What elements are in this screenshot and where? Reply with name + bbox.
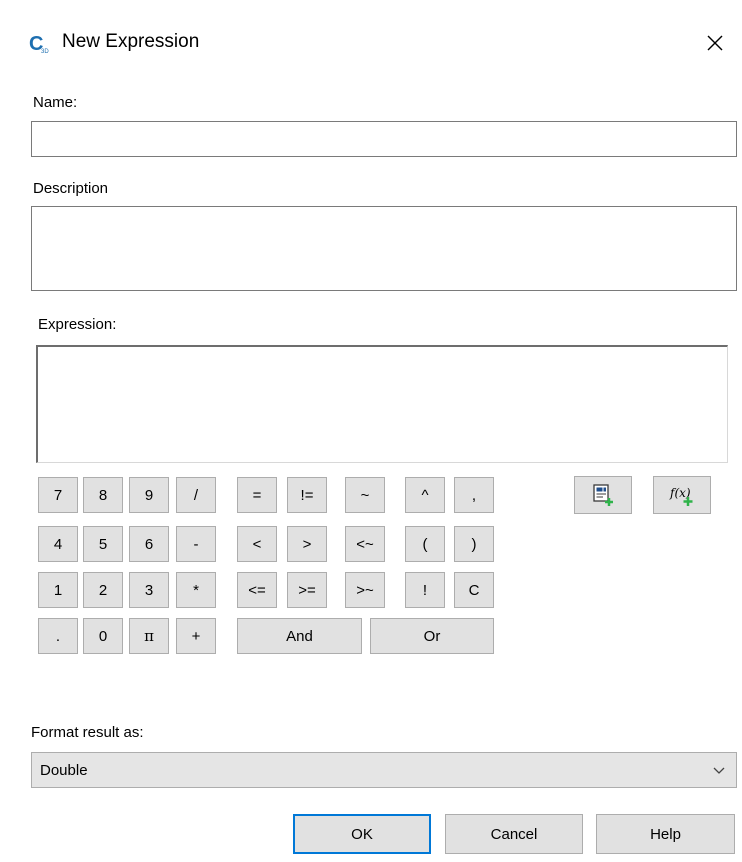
key-plus[interactable]: + — [176, 618, 216, 654]
cancel-button[interactable]: Cancel — [445, 814, 583, 854]
insert-property-icon — [593, 484, 613, 506]
key-1[interactable]: 1 — [38, 572, 78, 608]
key-not-equals[interactable]: != — [287, 477, 327, 513]
insert-function-button[interactable]: f(x) — [653, 476, 711, 514]
format-select[interactable]: Double — [31, 752, 737, 788]
key-multiply[interactable]: * — [176, 572, 216, 608]
key-0[interactable]: 0 — [83, 618, 123, 654]
close-button[interactable] — [700, 28, 730, 58]
name-input[interactable] — [31, 121, 737, 157]
key-5[interactable]: 5 — [83, 526, 123, 562]
key-7[interactable]: 7 — [38, 477, 78, 513]
expression-input[interactable] — [36, 345, 728, 463]
insert-property-button[interactable] — [574, 476, 632, 514]
name-label: Name: — [33, 94, 78, 111]
key-comma[interactable]: , — [454, 477, 494, 513]
format-label: Format result as: — [31, 724, 144, 741]
format-selected-value: Double — [40, 761, 88, 779]
key-9[interactable]: 9 — [129, 477, 169, 513]
key-not[interactable]: ! — [405, 572, 445, 608]
chevron-down-icon — [713, 767, 725, 774]
key-less-approx[interactable]: <~ — [345, 526, 385, 562]
insert-function-icon: f(x) — [669, 486, 693, 506]
key-less-equal[interactable]: <= — [237, 572, 277, 608]
key-4[interactable]: 4 — [38, 526, 78, 562]
description-input[interactable] — [31, 206, 737, 291]
key-close-paren[interactable]: ) — [454, 526, 494, 562]
key-3[interactable]: 3 — [129, 572, 169, 608]
civil3d-app-icon: C 3D — [28, 32, 50, 54]
key-greater-than[interactable]: > — [287, 526, 327, 562]
key-greater-equal[interactable]: >= — [287, 572, 327, 608]
app-icon-sub: 3D — [41, 49, 49, 54]
ok-button[interactable]: OK — [293, 814, 431, 854]
expression-label: Expression: — [38, 316, 117, 333]
key-greater-approx[interactable]: >~ — [345, 572, 385, 608]
key-or[interactable]: Or — [370, 618, 494, 654]
key-8[interactable]: 8 — [83, 477, 123, 513]
key-divide[interactable]: / — [176, 477, 216, 513]
window-title: New Expression — [62, 31, 200, 52]
key-less-than[interactable]: < — [237, 526, 277, 562]
description-label: Description — [33, 180, 109, 197]
key-and[interactable]: And — [237, 618, 362, 654]
key-clear[interactable]: C — [454, 572, 494, 608]
key-6[interactable]: 6 — [129, 526, 169, 562]
key-minus[interactable]: - — [176, 526, 216, 562]
key-caret[interactable]: ^ — [405, 477, 445, 513]
key-2[interactable]: 2 — [83, 572, 123, 608]
help-button[interactable]: Help — [596, 814, 735, 854]
key-approx[interactable]: ~ — [345, 477, 385, 513]
key-open-paren[interactable]: ( — [405, 526, 445, 562]
key-pi[interactable]: π — [129, 618, 169, 654]
key-decimal[interactable]: . — [38, 618, 78, 654]
close-icon — [707, 35, 723, 51]
title-bar: C 3D New Expression — [0, 0, 742, 86]
key-equals[interactable]: = — [237, 477, 277, 513]
